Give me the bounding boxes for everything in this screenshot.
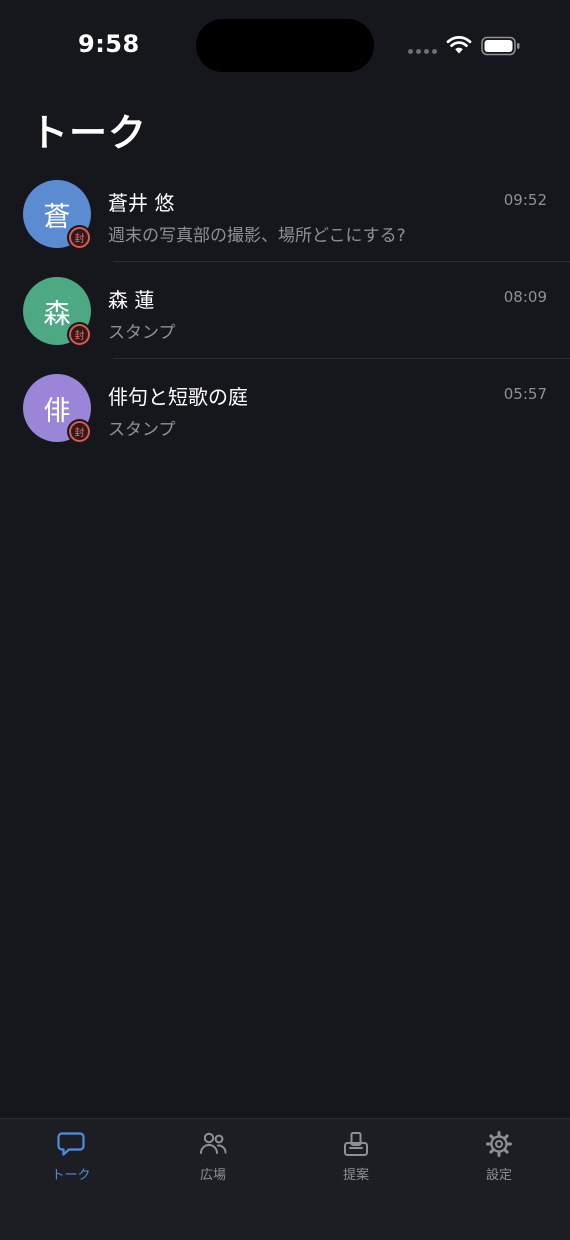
chat-time: 05:57 [503, 385, 547, 403]
chat-preview: スタンプ [108, 420, 176, 440]
suggestion-box-icon [344, 1132, 368, 1156]
people-icon [200, 1132, 227, 1154]
battery-icon [481, 36, 520, 56]
chat-name: 蒼井 悠 [108, 191, 175, 215]
chat-name: 森 蓮 [108, 288, 155, 312]
tab-label: トーク [51, 1168, 91, 1183]
dynamic-island [196, 19, 374, 72]
seal-badge: 封 [69, 421, 90, 442]
tab-talk[interactable]: トーク [0, 1129, 142, 1199]
avatar-initial: 蒼 [43, 201, 71, 233]
avatar-initial: 俳 [43, 395, 71, 427]
chat-row[interactable]: 蒼 封 蒼井 悠 09:52 週末の写真部の撮影、場所どこにする? [0, 165, 570, 262]
tab-bar: トーク 広場 提案 設定 [0, 1118, 570, 1240]
wifi-icon [446, 35, 472, 54]
seal-badge: 封 [69, 227, 90, 248]
chat-row[interactable]: 俳 封 俳句と短歌の庭 05:57 スタンプ [0, 359, 570, 456]
tab-label: 設定 [485, 1168, 512, 1183]
tab-label: 広場 [199, 1168, 226, 1183]
seal-badge: 封 [69, 324, 90, 345]
avatar-initial: 森 [43, 298, 71, 330]
status-bar: 9:58 [0, 0, 570, 90]
tab-suggestion[interactable]: 提案 [285, 1129, 427, 1199]
screen: 9:58 トーク 蒼 封 蒼井 悠 09:52 週末の写真部の撮影、場所どこにす… [0, 0, 570, 1240]
status-time: 9:58 [78, 30, 140, 58]
page-title: トーク [30, 111, 148, 155]
tab-settings[interactable]: 設定 [428, 1129, 570, 1199]
chat-preview: 週末の写真部の撮影、場所どこにする? [108, 226, 406, 246]
chat-name: 俳句と短歌の庭 [108, 385, 248, 409]
chat-bubble-icon [57, 1132, 85, 1156]
chat-list: 蒼 封 蒼井 悠 09:52 週末の写真部の撮影、場所どこにする? 森 封 森 … [0, 165, 570, 456]
cellular-signal-icon [408, 49, 437, 54]
tab-plaza[interactable]: 広場 [142, 1129, 284, 1199]
gear-icon [486, 1131, 512, 1157]
chat-preview: スタンプ [108, 323, 176, 343]
tab-label: 提案 [342, 1168, 369, 1183]
chat-time: 09:52 [503, 191, 547, 209]
chat-time: 08:09 [503, 288, 547, 306]
chat-row[interactable]: 森 封 森 蓮 08:09 スタンプ [0, 262, 570, 359]
